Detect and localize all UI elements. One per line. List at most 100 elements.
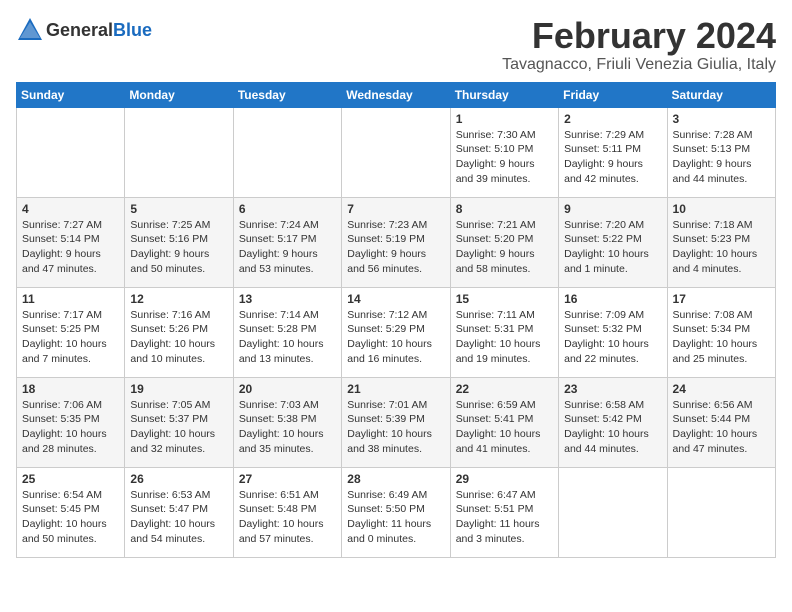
calendar-cell: 6 Sunrise: 7:24 AMSunset: 5:17 PMDaylight… xyxy=(233,197,341,287)
day-info: Sunrise: 7:01 AMSunset: 5:39 PMDaylight:… xyxy=(347,398,444,457)
calendar-cell: 20 Sunrise: 7:03 AMSunset: 5:38 PMDayligh… xyxy=(233,377,341,467)
day-number: 17 xyxy=(673,292,770,306)
day-info: Sunrise: 6:54 AMSunset: 5:45 PMDaylight:… xyxy=(22,488,119,547)
day-info: Sunrise: 7:17 AMSunset: 5:25 PMDaylight:… xyxy=(22,308,119,367)
calendar-cell: 23Sunrise: 6:58 AMSunset: 5:42 PMDayligh… xyxy=(559,377,667,467)
day-info: Sunrise: 7:03 AMSunset: 5:38 PMDaylight:… xyxy=(239,398,336,457)
calendar-cell xyxy=(667,467,775,557)
calendar-cell xyxy=(342,107,450,197)
day-number: 4 xyxy=(22,202,119,216)
calendar-table: SundayMondayTuesdayWednesdayThursdayFrid… xyxy=(16,82,776,558)
calendar-cell xyxy=(17,107,125,197)
day-info: Sunrise: 7:28 AMSunset: 5:13 PMDaylight:… xyxy=(673,128,770,187)
day-number: 13 xyxy=(239,292,336,306)
calendar-cell: 4 Sunrise: 7:27 AMSunset: 5:14 PMDaylight… xyxy=(17,197,125,287)
calendar-cell xyxy=(559,467,667,557)
col-header-wednesday: Wednesday xyxy=(342,82,450,107)
calendar-week-row: 18Sunrise: 7:06 AMSunset: 5:35 PMDayligh… xyxy=(17,377,776,467)
calendar-cell: 27 Sunrise: 6:51 AMSunset: 5:48 PMDayligh… xyxy=(233,467,341,557)
calendar-week-row: 1 Sunrise: 7:30 AMSunset: 5:10 PMDaylight… xyxy=(17,107,776,197)
day-number: 26 xyxy=(130,472,227,486)
day-number: 20 xyxy=(239,382,336,396)
calendar-header-row: SundayMondayTuesdayWednesdayThursdayFrid… xyxy=(17,82,776,107)
day-number: 21 xyxy=(347,382,444,396)
calendar-cell: 21 Sunrise: 7:01 AMSunset: 5:39 PMDayligh… xyxy=(342,377,450,467)
calendar-week-row: 11 Sunrise: 7:17 AMSunset: 5:25 PMDayligh… xyxy=(17,287,776,377)
calendar-cell: 24 Sunrise: 6:56 AMSunset: 5:44 PMDayligh… xyxy=(667,377,775,467)
day-info: Sunrise: 6:56 AMSunset: 5:44 PMDaylight:… xyxy=(673,398,770,457)
day-info: Sunrise: 7:12 AMSunset: 5:29 PMDaylight:… xyxy=(347,308,444,367)
day-number: 15 xyxy=(456,292,553,306)
day-info: Sunrise: 7:23 AMSunset: 5:19 PMDaylight:… xyxy=(347,218,444,277)
calendar-cell: 13Sunrise: 7:14 AMSunset: 5:28 PMDayligh… xyxy=(233,287,341,377)
day-number: 12 xyxy=(130,292,227,306)
calendar-cell: 28Sunrise: 6:49 AMSunset: 5:50 PMDayligh… xyxy=(342,467,450,557)
day-number: 3 xyxy=(673,112,770,126)
calendar-cell: 10 Sunrise: 7:18 AMSunset: 5:23 PMDayligh… xyxy=(667,197,775,287)
calendar-cell: 14 Sunrise: 7:12 AMSunset: 5:29 PMDayligh… xyxy=(342,287,450,377)
calendar-cell: 17 Sunrise: 7:08 AMSunset: 5:34 PMDayligh… xyxy=(667,287,775,377)
logo-icon xyxy=(16,16,44,44)
day-info: Sunrise: 7:27 AMSunset: 5:14 PMDaylight:… xyxy=(22,218,119,277)
day-number: 25 xyxy=(22,472,119,486)
day-number: 2 xyxy=(564,112,661,126)
calendar-cell: 5Sunrise: 7:25 AMSunset: 5:16 PMDaylight… xyxy=(125,197,233,287)
calendar-cell: 8 Sunrise: 7:21 AMSunset: 5:20 PMDaylight… xyxy=(450,197,558,287)
day-number: 5 xyxy=(130,202,227,216)
col-header-monday: Monday xyxy=(125,82,233,107)
day-info: Sunrise: 7:05 AMSunset: 5:37 PMDaylight:… xyxy=(130,398,227,457)
calendar-cell: 18Sunrise: 7:06 AMSunset: 5:35 PMDayligh… xyxy=(17,377,125,467)
day-info: Sunrise: 7:09 AMSunset: 5:32 PMDaylight:… xyxy=(564,308,661,367)
day-info: Sunrise: 6:51 AMSunset: 5:48 PMDaylight:… xyxy=(239,488,336,547)
day-info: Sunrise: 7:08 AMSunset: 5:34 PMDaylight:… xyxy=(673,308,770,367)
day-number: 19 xyxy=(130,382,227,396)
day-info: Sunrise: 7:30 AMSunset: 5:10 PMDaylight:… xyxy=(456,128,553,187)
day-number: 9 xyxy=(564,202,661,216)
col-header-sunday: Sunday xyxy=(17,82,125,107)
calendar-cell: 22Sunrise: 6:59 AMSunset: 5:41 PMDayligh… xyxy=(450,377,558,467)
day-info: Sunrise: 7:11 AMSunset: 5:31 PMDaylight:… xyxy=(456,308,553,367)
calendar-week-row: 4 Sunrise: 7:27 AMSunset: 5:14 PMDaylight… xyxy=(17,197,776,287)
day-number: 11 xyxy=(22,292,119,306)
calendar-cell: 9 Sunrise: 7:20 AMSunset: 5:22 PMDaylight… xyxy=(559,197,667,287)
calendar-cell: 16 Sunrise: 7:09 AMSunset: 5:32 PMDayligh… xyxy=(559,287,667,377)
calendar-cell: 12 Sunrise: 7:16 AMSunset: 5:26 PMDayligh… xyxy=(125,287,233,377)
calendar-cell: 26Sunrise: 6:53 AMSunset: 5:47 PMDayligh… xyxy=(125,467,233,557)
calendar-cell: 29 Sunrise: 6:47 AMSunset: 5:51 PMDayligh… xyxy=(450,467,558,557)
day-info: Sunrise: 6:47 AMSunset: 5:51 PMDaylight:… xyxy=(456,488,553,547)
day-number: 7 xyxy=(347,202,444,216)
calendar-week-row: 25 Sunrise: 6:54 AMSunset: 5:45 PMDayligh… xyxy=(17,467,776,557)
day-number: 10 xyxy=(673,202,770,216)
day-number: 16 xyxy=(564,292,661,306)
day-number: 27 xyxy=(239,472,336,486)
calendar-cell xyxy=(233,107,341,197)
day-info: Sunrise: 7:21 AMSunset: 5:20 PMDaylight:… xyxy=(456,218,553,277)
calendar-cell: 3 Sunrise: 7:28 AMSunset: 5:13 PMDaylight… xyxy=(667,107,775,197)
calendar-cell xyxy=(125,107,233,197)
day-number: 8 xyxy=(456,202,553,216)
day-info: Sunrise: 7:24 AMSunset: 5:17 PMDaylight:… xyxy=(239,218,336,277)
title-area: February 2024 Tavagnacco, Friuli Venezia… xyxy=(502,16,776,74)
day-number: 29 xyxy=(456,472,553,486)
day-number: 24 xyxy=(673,382,770,396)
day-info: Sunrise: 7:06 AMSunset: 5:35 PMDaylight:… xyxy=(22,398,119,457)
calendar-cell: 25 Sunrise: 6:54 AMSunset: 5:45 PMDayligh… xyxy=(17,467,125,557)
day-number: 1 xyxy=(456,112,553,126)
calendar-cell: 11 Sunrise: 7:17 AMSunset: 5:25 PMDayligh… xyxy=(17,287,125,377)
day-number: 23 xyxy=(564,382,661,396)
location-title: Tavagnacco, Friuli Venezia Giulia, Italy xyxy=(502,56,776,74)
day-info: Sunrise: 7:18 AMSunset: 5:23 PMDaylight:… xyxy=(673,218,770,277)
logo-general: General xyxy=(46,20,113,40)
day-info: Sunrise: 7:16 AMSunset: 5:26 PMDaylight:… xyxy=(130,308,227,367)
calendar-cell: 19 Sunrise: 7:05 AMSunset: 5:37 PMDayligh… xyxy=(125,377,233,467)
day-number: 6 xyxy=(239,202,336,216)
col-header-thursday: Thursday xyxy=(450,82,558,107)
calendar-cell: 2 Sunrise: 7:29 AMSunset: 5:11 PMDaylight… xyxy=(559,107,667,197)
col-header-tuesday: Tuesday xyxy=(233,82,341,107)
calendar-cell: 1 Sunrise: 7:30 AMSunset: 5:10 PMDaylight… xyxy=(450,107,558,197)
calendar-cell: 15 Sunrise: 7:11 AMSunset: 5:31 PMDayligh… xyxy=(450,287,558,377)
day-info: Sunrise: 7:20 AMSunset: 5:22 PMDaylight:… xyxy=(564,218,661,277)
day-info: Sunrise: 7:29 AMSunset: 5:11 PMDaylight:… xyxy=(564,128,661,187)
day-number: 14 xyxy=(347,292,444,306)
logo-blue: Blue xyxy=(113,20,152,40)
